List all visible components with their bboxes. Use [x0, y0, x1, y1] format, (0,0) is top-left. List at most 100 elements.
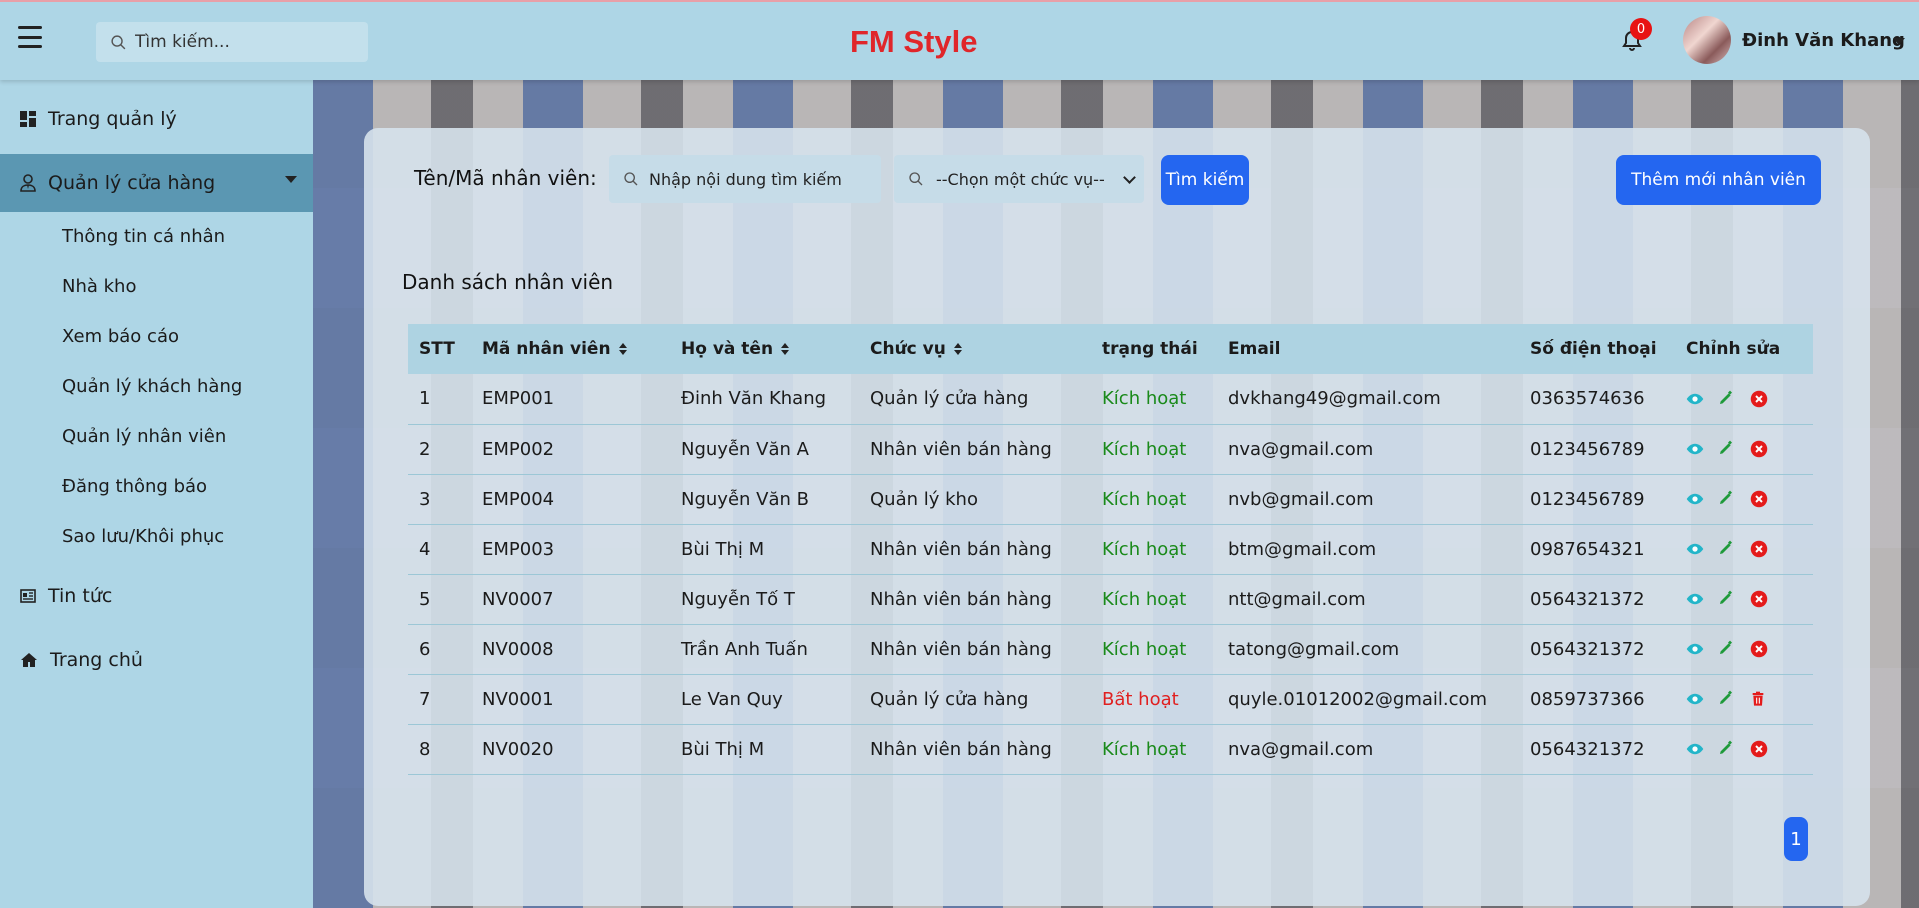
- edit-icon[interactable]: [1718, 540, 1736, 558]
- add-employee-button[interactable]: Thêm mới nhân viên: [1616, 155, 1821, 205]
- page-button[interactable]: 1: [1784, 817, 1808, 861]
- sort-icon[interactable]: [618, 343, 627, 355]
- edit-icon[interactable]: [1718, 440, 1736, 458]
- deactivate-icon[interactable]: [1750, 440, 1768, 458]
- employee-panel: Tên/Mã nhân viên: --Chọn một chức vụ-- T…: [364, 128, 1870, 906]
- sidebar-subitem-profile[interactable]: Thông tin cá nhân: [62, 226, 225, 247]
- column-header-name[interactable]: Họ và tên: [670, 324, 859, 374]
- view-icon[interactable]: [1686, 740, 1704, 758]
- sidebar-item-label: Trang quản lý: [48, 108, 177, 130]
- column-header-code[interactable]: Mã nhân viên: [471, 324, 670, 374]
- cell-status: Kích hoạt: [1102, 638, 1187, 660]
- edit-icon[interactable]: [1718, 640, 1736, 658]
- view-icon[interactable]: [1686, 690, 1704, 708]
- deactivate-icon[interactable]: [1750, 490, 1768, 508]
- sidebar-subitem-reports[interactable]: Xem báo cáo: [62, 326, 179, 347]
- sidebar-subitem-backup[interactable]: Sao lưu/Khôi phục: [62, 526, 224, 547]
- cell-actions: [1675, 674, 1813, 724]
- sidebar-item-store-management[interactable]: Quản lý cửa hàng: [0, 154, 313, 212]
- cell-status: Kích hoạt: [1102, 388, 1187, 410]
- cell-stt: 3: [419, 488, 431, 510]
- view-icon[interactable]: [1686, 390, 1704, 408]
- sidebar-item-home[interactable]: Trang chủ: [0, 631, 313, 689]
- edit-icon[interactable]: [1718, 490, 1736, 508]
- trash-icon[interactable]: [1750, 690, 1768, 708]
- user-name[interactable]: Đinh Văn Khang: [1742, 30, 1905, 51]
- menu-icon[interactable]: [18, 26, 42, 48]
- role-select[interactable]: --Chọn một chức vụ--: [894, 155, 1144, 203]
- chevron-down-icon: [285, 176, 297, 183]
- cell-role: Quản lý cửa hàng: [870, 388, 1029, 410]
- cell-role: Nhân viên bán hàng: [870, 588, 1052, 610]
- cell-stt: 7: [419, 688, 431, 710]
- notification-badge: 0: [1630, 18, 1652, 40]
- cell-actions: [1675, 724, 1813, 774]
- edit-icon[interactable]: [1718, 390, 1736, 408]
- sidebar-subitem-employees[interactable]: Quản lý nhân viên: [62, 426, 226, 447]
- cell-status: Kích hoạt: [1102, 438, 1187, 460]
- cell-name: Đinh Văn Khang: [681, 388, 827, 410]
- table-row: 5 NV0007 Nguyễn Tố T Nhân viên bán hàng Kích…: [408, 574, 1813, 624]
- table-row: 3 EMP004 Nguyễn Văn B Quản lý kho Kích hoạt n…: [408, 474, 1813, 524]
- cell-role: Nhân viên bán hàng: [870, 538, 1052, 560]
- cell-phone: 0987654321: [1530, 538, 1645, 560]
- table-row: 1 EMP001 Đinh Văn Khang Quản lý cửa hàng Kíc…: [408, 374, 1813, 424]
- sidebar-item-news[interactable]: Tin tức: [0, 567, 313, 625]
- top-search-input[interactable]: [135, 32, 355, 52]
- column-header-actions: Chỉnh sửa: [1686, 339, 1781, 359]
- cell-status: Kích hoạt: [1102, 738, 1187, 760]
- table-row: 8 NV0020 Bùi Thị M Nhân viên bán hàng Kích h…: [408, 724, 1813, 774]
- search-button[interactable]: Tìm kiếm: [1161, 155, 1249, 205]
- table-header-row: STT Mã nhân viên Họ và tên Chức vụ trạng…: [408, 324, 1813, 374]
- employee-search-box[interactable]: [609, 155, 881, 203]
- cell-code: EMP002: [482, 438, 555, 460]
- dashboard-icon: [20, 111, 36, 127]
- cell-role: Nhân viên bán hàng: [870, 738, 1052, 760]
- view-icon[interactable]: [1686, 540, 1704, 558]
- cell-email: ntt@gmail.com: [1228, 588, 1366, 610]
- edit-icon[interactable]: [1718, 740, 1736, 758]
- cell-stt: 8: [419, 738, 431, 760]
- deactivate-icon[interactable]: [1750, 390, 1768, 408]
- chevron-down-icon[interactable]: [1893, 38, 1905, 45]
- cell-code: EMP004: [482, 488, 555, 510]
- sidebar-subitem-notifications[interactable]: Đăng thông báo: [62, 476, 207, 497]
- cell-actions: [1675, 424, 1813, 474]
- cell-email: tatong@gmail.com: [1228, 638, 1400, 660]
- sidebar-subitem-customers[interactable]: Quản lý khách hàng: [62, 376, 242, 397]
- cell-code: NV0007: [482, 588, 554, 610]
- employee-search-input[interactable]: [649, 169, 869, 189]
- cell-code: NV0008: [482, 638, 554, 660]
- sort-icon[interactable]: [953, 343, 962, 355]
- view-icon[interactable]: [1686, 590, 1704, 608]
- deactivate-icon[interactable]: [1750, 640, 1768, 658]
- cell-actions: [1675, 374, 1813, 424]
- cell-code: NV0001: [482, 688, 554, 710]
- cell-email: dvkhang49@gmail.com: [1228, 388, 1441, 410]
- view-icon[interactable]: [1686, 440, 1704, 458]
- view-icon[interactable]: [1686, 490, 1704, 508]
- user-tie-icon: [20, 174, 36, 192]
- sort-icon[interactable]: [781, 343, 790, 355]
- deactivate-icon[interactable]: [1750, 540, 1768, 558]
- cell-email: quyle.01012002@gmail.com: [1228, 688, 1488, 710]
- cell-actions: [1675, 474, 1813, 524]
- column-header-role[interactable]: Chức vụ: [859, 324, 1091, 374]
- sidebar-subitem-warehouse[interactable]: Nhà kho: [62, 276, 136, 297]
- edit-icon[interactable]: [1718, 690, 1736, 708]
- cell-phone: 0859737366: [1530, 688, 1645, 710]
- top-search-box[interactable]: [96, 22, 368, 62]
- cell-email: nva@gmail.com: [1228, 738, 1374, 760]
- sidebar: Trang quản lý Quản lý cửa hàng Thông tin…: [0, 80, 313, 908]
- search-icon: [909, 172, 923, 186]
- chevron-down-icon: [1123, 171, 1136, 184]
- deactivate-icon[interactable]: [1750, 590, 1768, 608]
- avatar[interactable]: [1683, 16, 1731, 64]
- edit-icon[interactable]: [1718, 590, 1736, 608]
- cell-code: EMP003: [482, 538, 555, 560]
- top-bar: FM Style 0 Đinh Văn Khang: [0, 0, 1919, 80]
- cell-stt: 6: [419, 638, 431, 660]
- view-icon[interactable]: [1686, 640, 1704, 658]
- deactivate-icon[interactable]: [1750, 740, 1768, 758]
- sidebar-item-dashboard[interactable]: Trang quản lý: [0, 90, 313, 148]
